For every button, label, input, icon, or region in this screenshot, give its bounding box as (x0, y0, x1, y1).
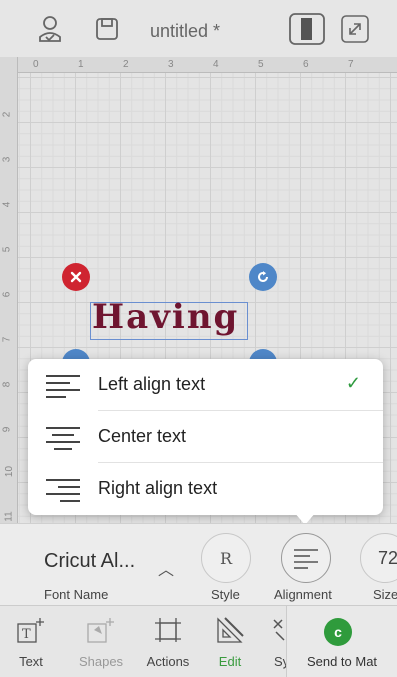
ruler-label: 7 (348, 59, 354, 70)
ruler-label: 6 (1, 291, 13, 298)
horizontal-ruler: 0 1 2 3 4 5 6 7 (0, 57, 397, 73)
align-center-icon (46, 425, 82, 450)
tab-actions[interactable]: Actions (137, 606, 199, 677)
tab-label: Actions (146, 654, 190, 669)
tab-sync[interactable]: Sy (262, 606, 286, 677)
mat-view-icon[interactable] (289, 13, 325, 45)
top-toolbar: untitled * (0, 0, 397, 57)
style-value: R (219, 548, 233, 568)
ruler-label: 8 (1, 381, 13, 388)
align-left-icon (46, 373, 82, 398)
size-value: 72 (377, 547, 397, 568)
align-left-icon (294, 549, 318, 569)
option-label: Right align text (98, 478, 218, 498)
style-label: Style (211, 587, 240, 602)
vertical-ruler: 2 3 4 5 6 7 8 9 10 11 (0, 57, 18, 537)
ruler-label: 1 (78, 59, 84, 70)
tab-edit[interactable]: Edit (199, 606, 261, 677)
ruler-label: 5 (258, 59, 264, 70)
size-button[interactable]: 72 (360, 533, 397, 583)
send-label: Send to Mat (306, 654, 378, 669)
edit-ruler-icon (217, 617, 244, 643)
ruler-label: 4 (213, 59, 219, 70)
tab-shapes[interactable]: Shapes (70, 606, 132, 677)
tab-label: Text (19, 654, 43, 669)
ruler-label: 3 (168, 59, 174, 70)
alignment-button[interactable] (281, 533, 331, 583)
delete-handle-icon[interactable] (62, 263, 90, 291)
font-name-value[interactable]: Cricut Al... (44, 550, 135, 573)
align-right-icon (46, 477, 82, 502)
ruler-label: 7 (1, 336, 13, 343)
send-to-mat-button[interactable]: c Send to Mat (286, 606, 397, 677)
account-icon[interactable] (35, 14, 65, 44)
option-label: Center text (98, 426, 187, 446)
ruler-label: 6 (303, 59, 309, 70)
cricut-logo-icon: c (324, 618, 352, 646)
ruler-label: 9 (1, 426, 13, 433)
ruler-label: 2 (123, 59, 129, 70)
alignment-menu: Left align text ✓ Center text Right alig… (28, 359, 383, 515)
alignment-label: Alignment (274, 587, 332, 602)
document-title: untitled * (150, 21, 221, 41)
ruler-label: 3 (1, 156, 13, 163)
ruler-label: 2 (1, 111, 13, 118)
save-icon[interactable] (92, 14, 122, 44)
ruler-label: 11 (3, 511, 15, 522)
text-edit-panel: Cricut Al... ︿ Font Name R Style Alignme… (0, 523, 397, 605)
ruler-label: 10 (4, 465, 16, 478)
bottom-tab-bar: T Text Shapes Actions Edit Sy c Send to … (0, 605, 397, 677)
rotate-handle-icon[interactable] (249, 263, 277, 291)
option-label: Left align text (98, 374, 206, 394)
tab-label: Edit (218, 654, 242, 669)
text-object[interactable]: Having (92, 297, 239, 337)
shapes-icon (87, 618, 114, 643)
ruler-label: 0 (33, 59, 39, 70)
tab-text[interactable]: T Text (0, 606, 62, 677)
size-label: Size (373, 587, 397, 602)
align-left-option[interactable]: Left align text ✓ (28, 359, 383, 411)
ruler-label: 5 (1, 246, 13, 253)
ruler-label: 4 (1, 201, 13, 208)
align-right-option[interactable]: Right align text (28, 463, 383, 515)
tab-label: Shapes (78, 654, 124, 669)
align-center-option[interactable]: Center text (28, 411, 383, 463)
svg-text:T: T (22, 627, 31, 642)
text-icon: T (17, 618, 44, 643)
chevron-up-icon[interactable]: ︿ (158, 556, 174, 580)
checkmark-icon: ✓ (345, 373, 361, 393)
sync-icon (273, 619, 285, 641)
actions-icon (155, 618, 181, 642)
style-button[interactable]: R (201, 533, 251, 583)
fullscreen-icon[interactable] (340, 14, 370, 44)
tab-label: Sy (274, 654, 286, 669)
font-name-label: Font Name (44, 587, 109, 602)
